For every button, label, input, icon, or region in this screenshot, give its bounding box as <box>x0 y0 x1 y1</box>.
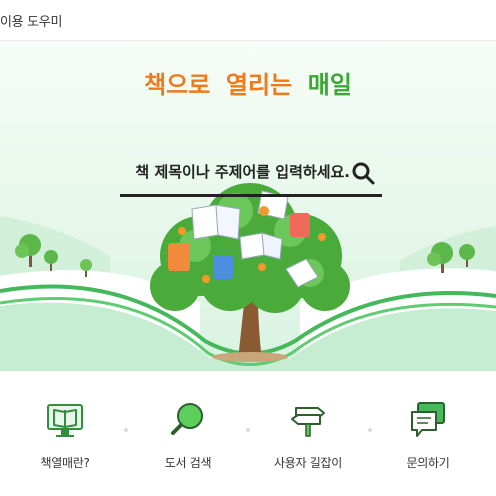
divider-dot <box>124 428 128 432</box>
divider-dot <box>246 428 250 432</box>
magnifier-icon <box>171 403 203 435</box>
quick-menu: 책열매란? 도서 검색 사용자 길잡이 문의하기 <box>0 372 496 496</box>
menu-item-about[interactable]: 책열매란? <box>10 400 120 471</box>
slogan-part-1: 책으로 <box>144 71 211 99</box>
search-input[interactable] <box>120 154 352 190</box>
menu-label: 사용자 길잡이 <box>274 456 342 470</box>
menu-label: 도서 검색 <box>164 456 212 470</box>
slogan-part-3: 매일 <box>307 71 352 99</box>
menu-item-user-guide[interactable]: 사용자 길잡이 <box>253 400 363 471</box>
search-bar <box>120 154 382 197</box>
speech-bubbles-icon <box>411 402 445 437</box>
slogan: 책으로 열리는 매일 <box>0 65 496 100</box>
menu-item-book-search[interactable]: 도서 검색 <box>133 400 243 471</box>
signpost-icon <box>291 407 325 437</box>
menu-item-contact[interactable]: 문의하기 <box>373 400 483 471</box>
book-monitor-icon <box>47 404 83 437</box>
top-bar: 이용 도우미 <box>0 0 496 41</box>
search-icon <box>352 162 375 185</box>
page-title: 이용 도우미 <box>0 15 63 30</box>
menu-label: 문의하기 <box>406 456 450 470</box>
hero-banner: 책으로 열리는 매일 <box>0 41 496 371</box>
search-button[interactable] <box>350 160 376 186</box>
divider-dot <box>368 428 372 432</box>
menu-label: 책열매란? <box>40 456 90 470</box>
slogan-part-2: 열리는 <box>225 71 293 99</box>
